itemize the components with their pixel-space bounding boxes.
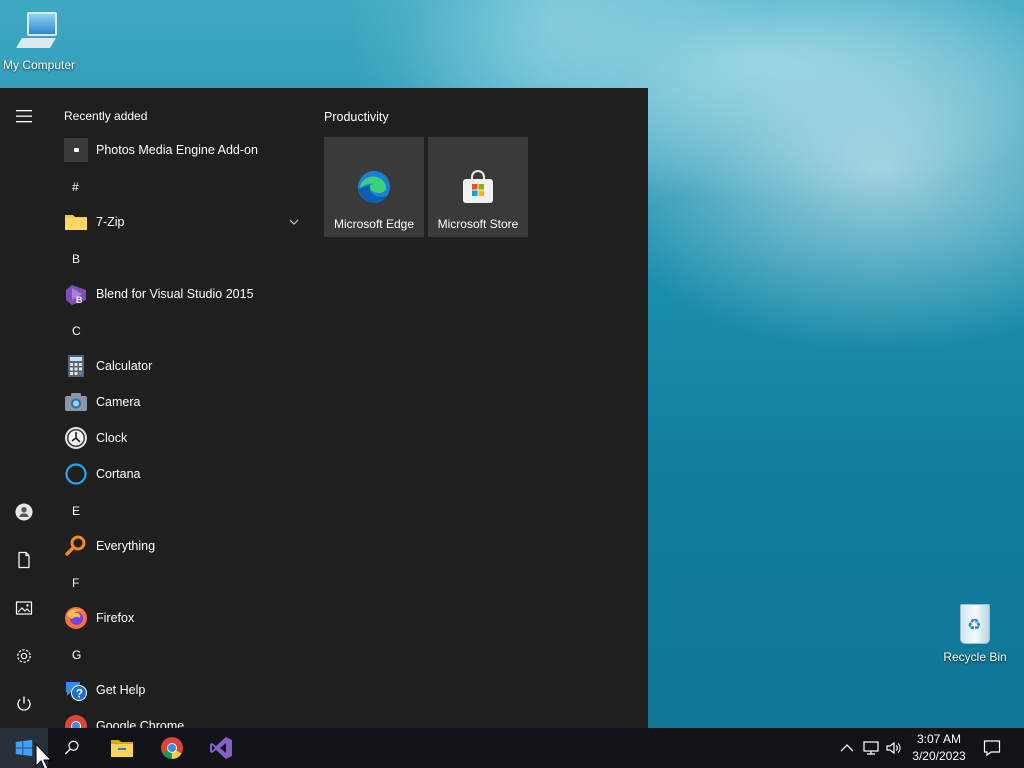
tiles-area: Productivity Microsoft Edge Microsoft St… (324, 88, 624, 728)
photos-addon-icon (64, 138, 88, 162)
letter-header-f[interactable]: F (72, 576, 79, 590)
clock-icon (64, 426, 88, 450)
power-button[interactable] (0, 684, 48, 724)
everything-search-icon (64, 534, 88, 558)
camera-icon (64, 390, 88, 414)
app-item-cortana[interactable]: Cortana (48, 456, 308, 492)
computer-icon (15, 8, 63, 56)
folder-icon (64, 210, 88, 234)
app-label: Clock (96, 431, 128, 445)
letter-header-c[interactable]: C (72, 324, 81, 338)
tile-label: Microsoft Edge (333, 217, 415, 231)
action-center-icon[interactable] (983, 739, 1001, 757)
recycle-bin-icon (951, 600, 999, 648)
taskbar: 3:07 AM 3/20/2023 (0, 728, 1024, 768)
app-label: Blend for Visual Studio 2015 (96, 287, 254, 301)
recently-added-heading: Recently added (64, 109, 148, 123)
app-label: Firefox (96, 611, 135, 625)
clock-time: 3:07 AM (916, 732, 962, 746)
desktop-icon-recycle-bin[interactable]: Recycle Bin (933, 600, 1017, 664)
app-label: Cortana (96, 467, 141, 481)
user-icon (15, 503, 33, 521)
firefox-icon (64, 606, 88, 630)
windows-start-icon (15, 739, 33, 757)
app-item-google-chrome[interactable]: Google Chrome (48, 708, 308, 728)
pictures-button[interactable] (0, 588, 48, 628)
app-item-everything[interactable]: Everything (48, 528, 308, 564)
file-explorer-icon (111, 740, 133, 757)
calculator-icon (64, 354, 88, 378)
app-label: Google Chrome (96, 719, 185, 728)
hamburger-menu-icon (16, 110, 32, 123)
chevron-up-icon[interactable] (839, 740, 855, 756)
app-item-firefox[interactable]: Firefox (48, 600, 308, 636)
clock-date: 3/20/2023 (912, 749, 966, 763)
chrome-icon (161, 737, 183, 759)
chrome-icon (64, 714, 88, 728)
gear-icon (17, 649, 31, 663)
picture-icon (15, 601, 33, 615)
document-icon (18, 551, 30, 569)
letter-header-e[interactable]: E (72, 504, 80, 518)
svg-text:B: B (76, 295, 83, 305)
app-label: Photos Media Engine Add-on (96, 143, 258, 157)
volume-icon[interactable] (886, 740, 902, 756)
expand-menu-button[interactable] (0, 96, 48, 136)
app-item-camera[interactable]: Camera (48, 384, 308, 420)
start-menu-rail (0, 88, 48, 728)
start-menu: Recently added Photos Media Engine Add-o… (0, 88, 648, 728)
app-list: Recently added Photos Media Engine Add-o… (48, 88, 308, 728)
visual-studio-icon (210, 737, 232, 759)
app-item-calculator[interactable]: Calculator (48, 348, 308, 384)
edge-icon (358, 171, 390, 203)
letter-header-g[interactable]: G (72, 648, 81, 662)
power-icon (17, 696, 31, 711)
tile-group-title[interactable]: Productivity (324, 110, 389, 124)
cortana-icon (64, 462, 88, 486)
app-label: 7-Zip (96, 215, 125, 229)
tile-microsoft-edge[interactable]: Microsoft Edge (324, 137, 424, 237)
app-item-photos-media-engine[interactable]: Photos Media Engine Add-on (48, 132, 308, 168)
documents-button[interactable] (0, 540, 48, 580)
chevron-down-icon[interactable] (288, 216, 300, 228)
app-label: Everything (96, 539, 156, 553)
app-item-clock[interactable]: Clock (48, 420, 308, 456)
search-icon (64, 740, 79, 755)
file-explorer-button[interactable] (98, 728, 146, 768)
app-label: Camera (96, 395, 141, 409)
app-item-get-help[interactable]: ? Get Help (48, 672, 308, 708)
tile-label: Microsoft Store (437, 217, 519, 231)
desktop-icon-label: Recycle Bin (943, 650, 1007, 664)
app-label: Calculator (96, 359, 153, 373)
tile-microsoft-store[interactable]: Microsoft Store (428, 137, 528, 237)
desktop-icon-my-computer[interactable]: My Computer (0, 8, 81, 72)
app-item-7zip[interactable]: 7-Zip (48, 204, 308, 240)
blend-icon: B (64, 282, 88, 306)
system-clock[interactable]: 3:07 AM 3/20/2023 (904, 731, 974, 765)
svg-text:?: ? (76, 687, 83, 701)
user-account-button[interactable] (0, 492, 48, 532)
mouse-cursor-icon (35, 743, 53, 768)
visual-studio-taskbar-button[interactable] (197, 728, 245, 768)
desktop-icon-label: My Computer (2, 58, 76, 72)
chrome-taskbar-button[interactable] (148, 728, 196, 768)
letter-header-b[interactable]: B (72, 252, 80, 266)
store-icon (463, 170, 493, 203)
app-item-blend[interactable]: B Blend for Visual Studio 2015 (48, 276, 308, 312)
settings-button[interactable] (0, 636, 48, 676)
get-help-icon: ? (64, 678, 88, 702)
letter-header-hash[interactable]: # (72, 180, 79, 194)
network-icon[interactable] (863, 740, 879, 756)
app-label: Get Help (96, 683, 146, 697)
